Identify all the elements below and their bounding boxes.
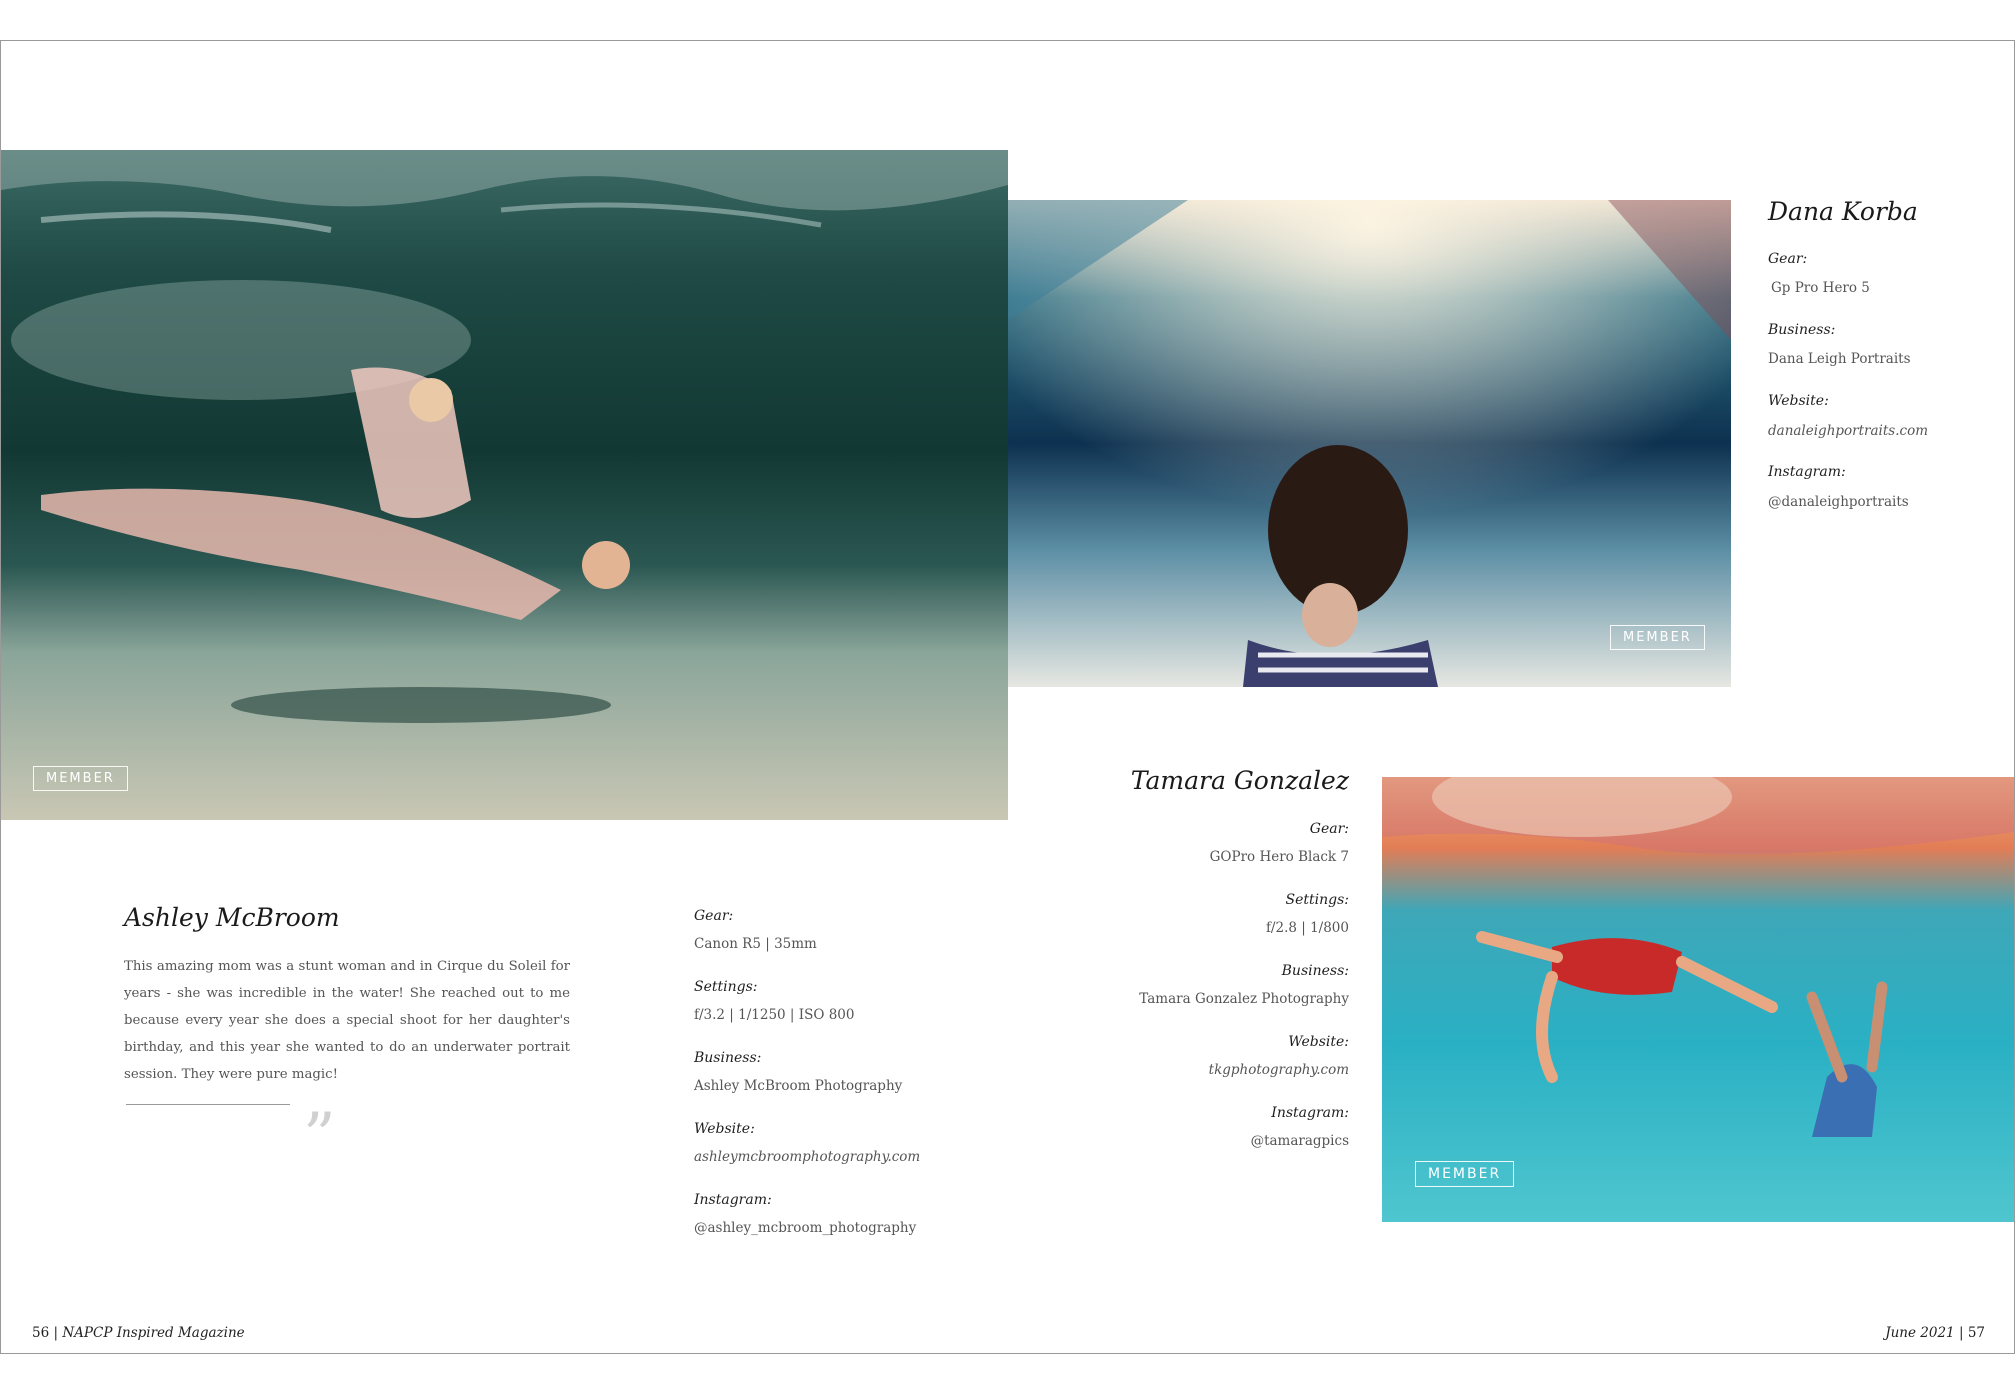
instagram-handle[interactable]: @danaleighportraits: [1768, 494, 1909, 510]
business-label: Business:: [694, 1050, 762, 1066]
business-value: Ashley McBroom Photography: [694, 1078, 903, 1094]
gear-label: Gear:: [1768, 251, 1808, 267]
quote-mark-icon: ”: [303, 1100, 336, 1174]
settings-value: f/2.8 | 1/800: [1265, 920, 1349, 936]
photographer-name-dana-korba: Dana Korba: [1768, 197, 1918, 226]
instagram-handle[interactable]: @ashley_mcbroom_photography: [694, 1220, 916, 1236]
photographer-name-ashley-mcbroom: Ashley McBroom: [124, 903, 340, 932]
gear-value: Gp Pro Hero 5: [1771, 280, 1870, 296]
magazine-spread: MEMBER MEMBER MEMBER Dana Korba Gear: Gp…: [0, 40, 2015, 1354]
photographer-name-tamara-gonzalez: Tamara Gonzalez: [1130, 766, 1349, 795]
photo-tamara-gonzalez: MEMBER: [1382, 777, 2014, 1222]
page-number-left: 56: [32, 1325, 50, 1341]
photo-ashley-mcbroom: MEMBER: [1, 150, 1008, 820]
member-badge: MEMBER: [33, 766, 128, 791]
instagram-handle[interactable]: @tamaragpics: [1251, 1133, 1349, 1149]
photo-dana-korba: MEMBER: [1008, 200, 1731, 687]
website-link[interactable]: tkgphotography.com: [1209, 1062, 1349, 1078]
member-badge: MEMBER: [1415, 1161, 1515, 1187]
footer-separator: |: [53, 1325, 59, 1341]
magazine-title: NAPCP Inspired Magazine: [62, 1325, 245, 1341]
member-badge: MEMBER: [1610, 625, 1705, 650]
website-link[interactable]: ashleymcbroomphotography.com: [694, 1149, 920, 1165]
divider-rule: [126, 1104, 290, 1105]
business-label: Business:: [1768, 322, 1836, 338]
footer-separator: |: [1958, 1325, 1964, 1341]
website-link[interactable]: danaleighportraits.com: [1768, 423, 1928, 439]
website-label: Website:: [694, 1121, 755, 1137]
gear-value: GOPro Hero Black 7: [1209, 849, 1349, 865]
instagram-label: Instagram:: [694, 1192, 772, 1208]
settings-value: f/3.2 | 1/1250 | ISO 800: [694, 1007, 855, 1023]
business-label: Business:: [1281, 963, 1349, 979]
business-value: Dana Leigh Portraits: [1768, 351, 1911, 367]
footer-right: June 2021 | 57: [1885, 1325, 1985, 1341]
page-number-right: 57: [1967, 1325, 1985, 1341]
settings-label: Settings:: [1285, 892, 1350, 908]
footer-left: 56 | NAPCP Inspired Magazine: [32, 1325, 245, 1341]
bio-paragraph: This amazing mom was a stunt woman and i…: [124, 959, 570, 1082]
gear-label: Gear:: [1309, 821, 1349, 837]
settings-label: Settings:: [694, 979, 758, 995]
instagram-label: Instagram:: [1271, 1105, 1349, 1121]
gear-label: Gear:: [694, 908, 734, 924]
issue-date: June 2021: [1885, 1325, 1955, 1341]
gear-value: Canon R5 | 35mm: [694, 936, 817, 952]
website-label: Website:: [1768, 393, 1829, 409]
website-label: Website:: [1288, 1034, 1349, 1050]
instagram-label: Instagram:: [1768, 464, 1846, 480]
business-value: Tamara Gonzalez Photography: [1139, 991, 1349, 1007]
